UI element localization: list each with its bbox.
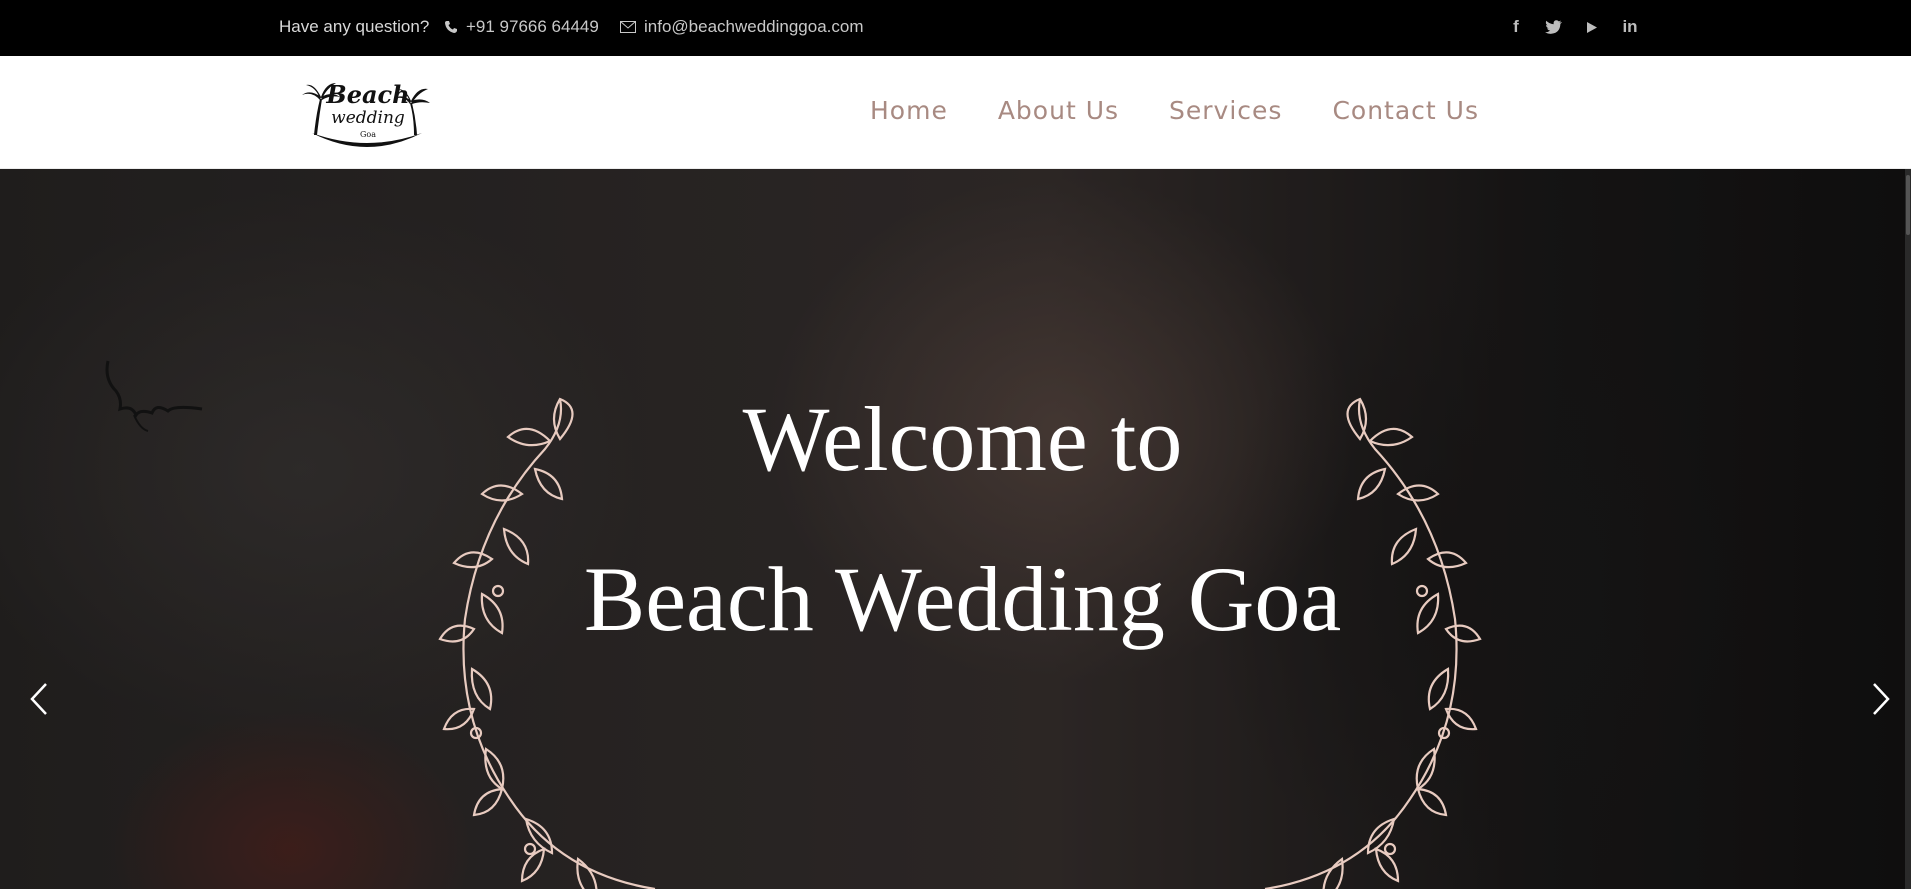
main-header: Beach wedding Goa Home About Us Services… <box>0 56 1911 169</box>
nav-contact-us[interactable]: Contact Us <box>1332 96 1479 125</box>
chevron-left-icon <box>30 683 47 715</box>
phone-number[interactable]: +91 97666 64449 <box>466 17 599 37</box>
slider-prev-button[interactable] <box>26 681 54 717</box>
phone-contact[interactable]: +91 97666 64449 <box>444 17 599 37</box>
svg-text:Goa: Goa <box>360 130 376 139</box>
logo-emblem: Beach wedding Goa <box>302 80 430 147</box>
nav-services[interactable]: Services <box>1169 96 1282 125</box>
svg-text:Beach: Beach <box>325 80 409 109</box>
email-contact[interactable]: info@beachweddinggoa.com <box>620 17 864 37</box>
email-address[interactable]: info@beachweddinggoa.com <box>644 17 864 37</box>
scrollbar-thumb[interactable] <box>1906 175 1910 235</box>
envelope-icon <box>620 21 636 33</box>
top-bar: Have any question? +91 97666 64449 info@… <box>0 0 1911 56</box>
hero-heading-line2: Beach Wedding Goa <box>583 548 1342 650</box>
phone-icon <box>445 21 457 33</box>
slider-next-button[interactable] <box>1866 681 1894 717</box>
social-links: f in <box>1505 15 1641 39</box>
nav-home[interactable]: Home <box>870 96 948 125</box>
hero-heading-line1: Welcome to <box>742 388 1183 490</box>
hero-overlay <box>0 169 1911 889</box>
chevron-right-icon <box>1873 683 1890 715</box>
twitter-icon[interactable] <box>1543 15 1565 39</box>
page-scrollbar[interactable] <box>1905 169 1911 889</box>
svg-text:wedding: wedding <box>331 108 405 128</box>
youtube-icon[interactable] <box>1581 15 1603 39</box>
question-text: Have any question? <box>279 17 430 36</box>
main-nav: Home About Us Services Contact Us <box>870 96 1479 125</box>
site-logo[interactable]: Beach wedding Goa <box>302 75 432 151</box>
facebook-icon[interactable]: f <box>1505 15 1527 39</box>
hero-slider <box>0 169 1911 889</box>
linkedin-icon[interactable]: in <box>1619 15 1641 39</box>
nav-about-us[interactable]: About Us <box>998 96 1119 125</box>
